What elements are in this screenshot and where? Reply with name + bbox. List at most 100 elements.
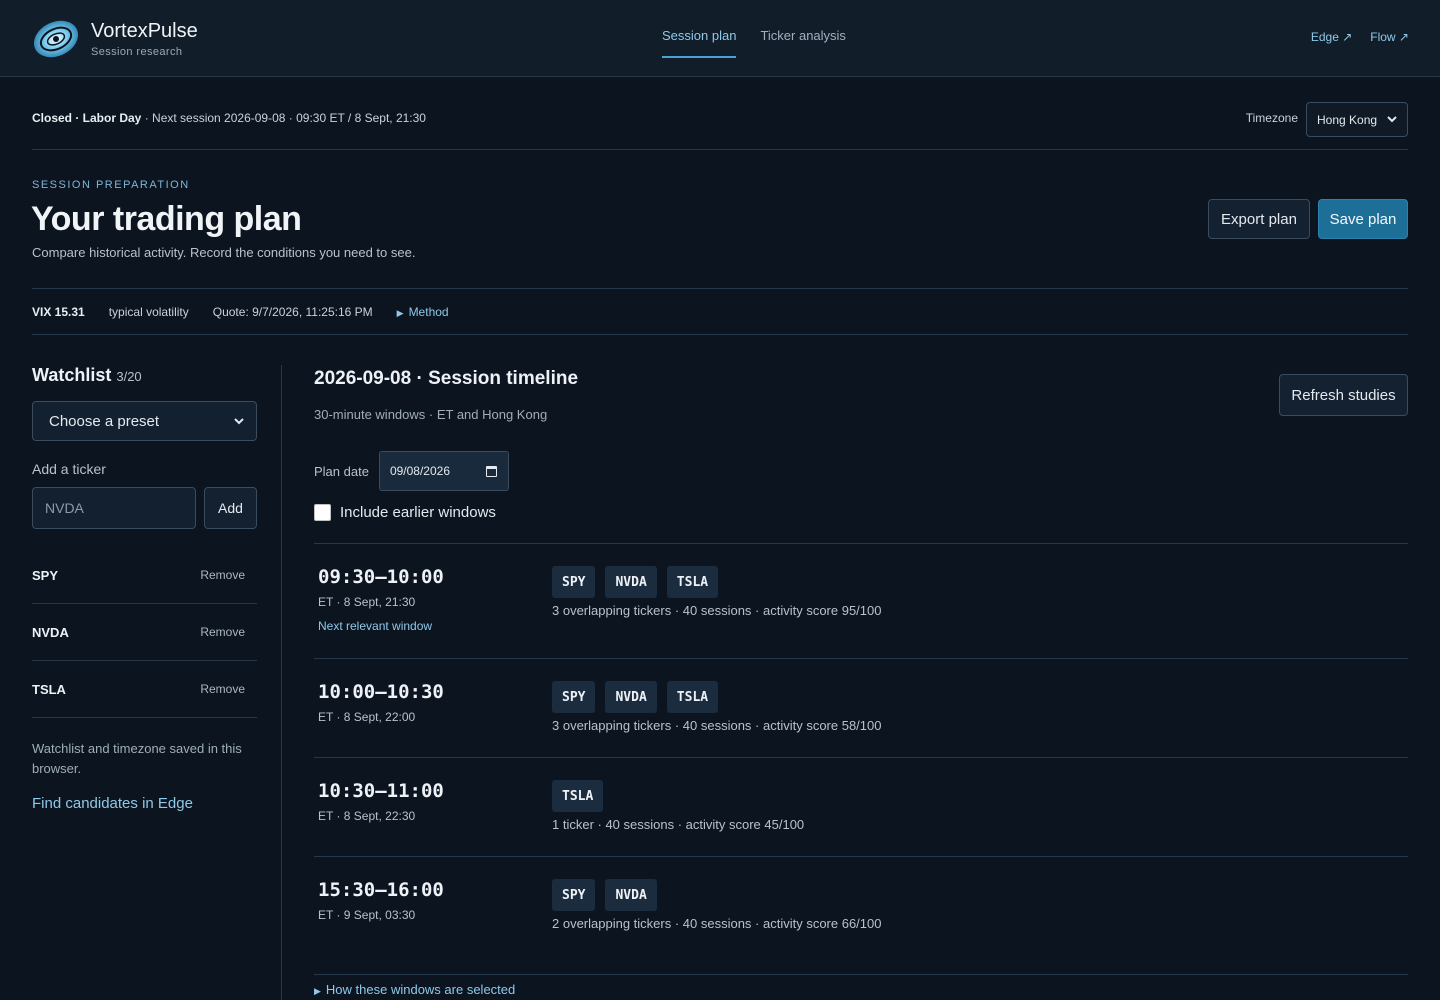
ticker-chip: TSLA: [666, 566, 719, 598]
window-row: 15:30–16:00 ET · 9 Sept, 03:30 SPY NVDA …: [314, 856, 1408, 975]
watchlist-sidebar: Watchlist 3/20 Choose a preset Add a tic…: [32, 365, 257, 812]
window-row: 10:30–11:00 ET · 8 Sept, 22:30 TSLA 1 ti…: [314, 757, 1408, 856]
sidebar-divider: [281, 365, 282, 1000]
ticker-chip: SPY: [552, 566, 596, 598]
window-local-time: ET · 8 Sept, 21:30: [318, 595, 416, 609]
timezone-select[interactable]: Hong Kong: [1306, 102, 1408, 137]
windows-list: 09:30–10:00 ET · 8 Sept, 21:30 Next rele…: [314, 543, 1408, 975]
save-plan-button[interactable]: Save plan: [1318, 199, 1408, 239]
ticker-chip: NVDA: [605, 681, 657, 713]
preset-placeholder: Choose a preset: [49, 412, 160, 430]
plan-date-value: 09/08/2026: [389, 464, 450, 478]
how-windows-selected-toggle[interactable]: ▶ How these windows are selected: [314, 982, 515, 997]
window-row: 09:30–10:00 ET · 8 Sept, 21:30 Next rele…: [314, 543, 1408, 658]
main-nav: Session plan Ticker analysis: [662, 28, 846, 58]
watchlist-count: 3/20: [116, 369, 142, 384]
brand-subtitle: Session research: [91, 46, 183, 58]
vix-value: VIX 15.31: [32, 304, 85, 319]
window-local-time: ET · 9 Sept, 03:30: [318, 908, 416, 922]
triangle-right-icon: ▶: [314, 986, 321, 996]
window-row: 10:00–10:30 ET · 8 Sept, 22:00 SPY NVDA …: [314, 658, 1408, 757]
timeline-subtitle: 30-minute windows · ET and Hong Kong: [314, 407, 548, 422]
list-item: SPY Remove: [32, 547, 257, 604]
watchlist-ticker: TSLA: [32, 681, 66, 697]
calendar-icon[interactable]: [485, 465, 497, 477]
method-toggle[interactable]: ▶ Method: [397, 305, 449, 319]
market-status: Closed · Labor Day · Next session 2026-0…: [32, 111, 426, 125]
ticker-chip: SPY: [552, 681, 596, 713]
watchlist-ticker: SPY: [32, 567, 59, 583]
list-item: NVDA Remove: [32, 604, 257, 661]
ticker-chips: SPY NVDA TSLA: [552, 681, 719, 713]
external-links: Edge ↗ Flow ↗: [1311, 30, 1409, 44]
ticker-chip: NVDA: [605, 566, 657, 598]
find-candidates-link[interactable]: Find candidates in Edge: [32, 795, 257, 812]
session-timeline: 2026-09-08 · Session timeline 30-minute …: [314, 365, 1408, 997]
market-status-row: Closed · Labor Day · Next session 2026-0…: [32, 102, 1408, 150]
include-earlier-checkbox[interactable]: [314, 504, 331, 521]
preset-select[interactable]: Choose a preset: [32, 401, 257, 441]
window-local-time: ET · 8 Sept, 22:30: [318, 809, 416, 823]
include-earlier-row: Include earlier windows: [314, 504, 496, 521]
saved-note: Watchlist and timezone saved in this bro…: [32, 741, 242, 776]
vix-row: VIX 15.31 typical volatility Quote: 9/7/…: [32, 288, 1408, 335]
window-time: 09:30–10:00: [318, 566, 444, 588]
next-session: · Next session 2026-09-08 · 09:30 ET / 8…: [141, 111, 426, 125]
flow-link[interactable]: Flow ↗: [1370, 30, 1409, 44]
remove-button[interactable]: Remove: [200, 625, 245, 639]
ticker-chip: TSLA: [552, 780, 604, 812]
ticker-chip: SPY: [552, 879, 596, 911]
remove-button[interactable]: Remove: [200, 682, 245, 696]
window-meta: 3 overlapping tickers · 40 sessions · ac…: [552, 603, 882, 618]
timezone-label: Timezone: [1245, 111, 1298, 125]
window-meta: 3 overlapping tickers · 40 sessions · ac…: [552, 718, 882, 733]
brand-name: VortexPulse: [91, 20, 198, 42]
timezone-value: Hong Kong: [1317, 112, 1378, 127]
method-label: Method: [408, 304, 449, 319]
remove-button[interactable]: Remove: [200, 568, 245, 582]
add-ticker-label: Add a ticker: [32, 461, 106, 477]
top-bar: VortexPulse Session research Session pla…: [0, 0, 1440, 77]
volatility-regime: typical volatility: [108, 304, 189, 319]
list-item: TSLA Remove: [32, 661, 257, 718]
market-state: Closed · Labor Day: [32, 111, 142, 125]
refresh-studies-button[interactable]: Refresh studies: [1279, 374, 1408, 416]
window-local-time: ET · 8 Sept, 22:00: [318, 710, 416, 724]
ticker-chip: TSLA: [666, 681, 719, 713]
plan-date-label: Plan date: [314, 463, 369, 479]
plan-date-input[interactable]: 09/08/2026: [378, 451, 509, 491]
next-relevant-window-link[interactable]: Next relevant window: [318, 619, 432, 633]
window-meta: 1 ticker · 40 sessions · activity score …: [552, 817, 805, 832]
how-windows-selected-label: How these windows are selected: [325, 982, 516, 997]
add-ticker-button[interactable]: Add: [204, 487, 257, 529]
watchlist-title: Watchlist 3/20: [32, 365, 257, 386]
triangle-right-icon: ▶: [396, 307, 404, 318]
watchlist-title-text: Watchlist: [32, 365, 112, 385]
include-earlier-label: Include earlier windows: [340, 504, 496, 521]
page-subtitle: Compare historical activity. Record the …: [32, 245, 416, 260]
vortex-logo-icon: [33, 20, 79, 58]
ticker-chips: SPY NVDA: [552, 879, 657, 911]
chevron-down-icon: [234, 417, 244, 424]
edge-link[interactable]: Edge ↗: [1311, 30, 1352, 44]
add-ticker-row: Add: [32, 487, 257, 529]
window-time: 15:30–16:00: [318, 879, 444, 901]
page-title: Your trading plan: [31, 200, 302, 238]
window-meta: 2 overlapping tickers · 40 sessions · ac…: [552, 916, 882, 931]
tab-session-plan[interactable]: Session plan: [662, 28, 737, 58]
export-plan-button[interactable]: Export plan: [1208, 199, 1310, 239]
chevron-down-icon: [1387, 116, 1397, 123]
quote-time: Quote: 9/7/2026, 11:25:16 PM: [212, 304, 373, 319]
ticker-chips: TSLA: [552, 780, 604, 812]
plan-date-row: Plan date 09/08/2026: [314, 451, 509, 491]
timeline-title: 2026-09-08 · Session timeline: [314, 368, 579, 389]
eyebrow: SESSION PREPARATION: [32, 179, 190, 191]
tab-ticker-analysis[interactable]: Ticker analysis: [760, 28, 845, 58]
watchlist-list: SPY Remove NVDA Remove TSLA Remove: [32, 547, 257, 718]
brand[interactable]: VortexPulse Session research: [31, 15, 198, 61]
watchlist-ticker: NVDA: [32, 624, 69, 640]
ticker-chips: SPY NVDA TSLA: [552, 566, 719, 598]
ticker-input[interactable]: [32, 487, 196, 529]
window-time: 10:00–10:30: [318, 681, 444, 703]
ticker-chip: NVDA: [605, 879, 657, 911]
